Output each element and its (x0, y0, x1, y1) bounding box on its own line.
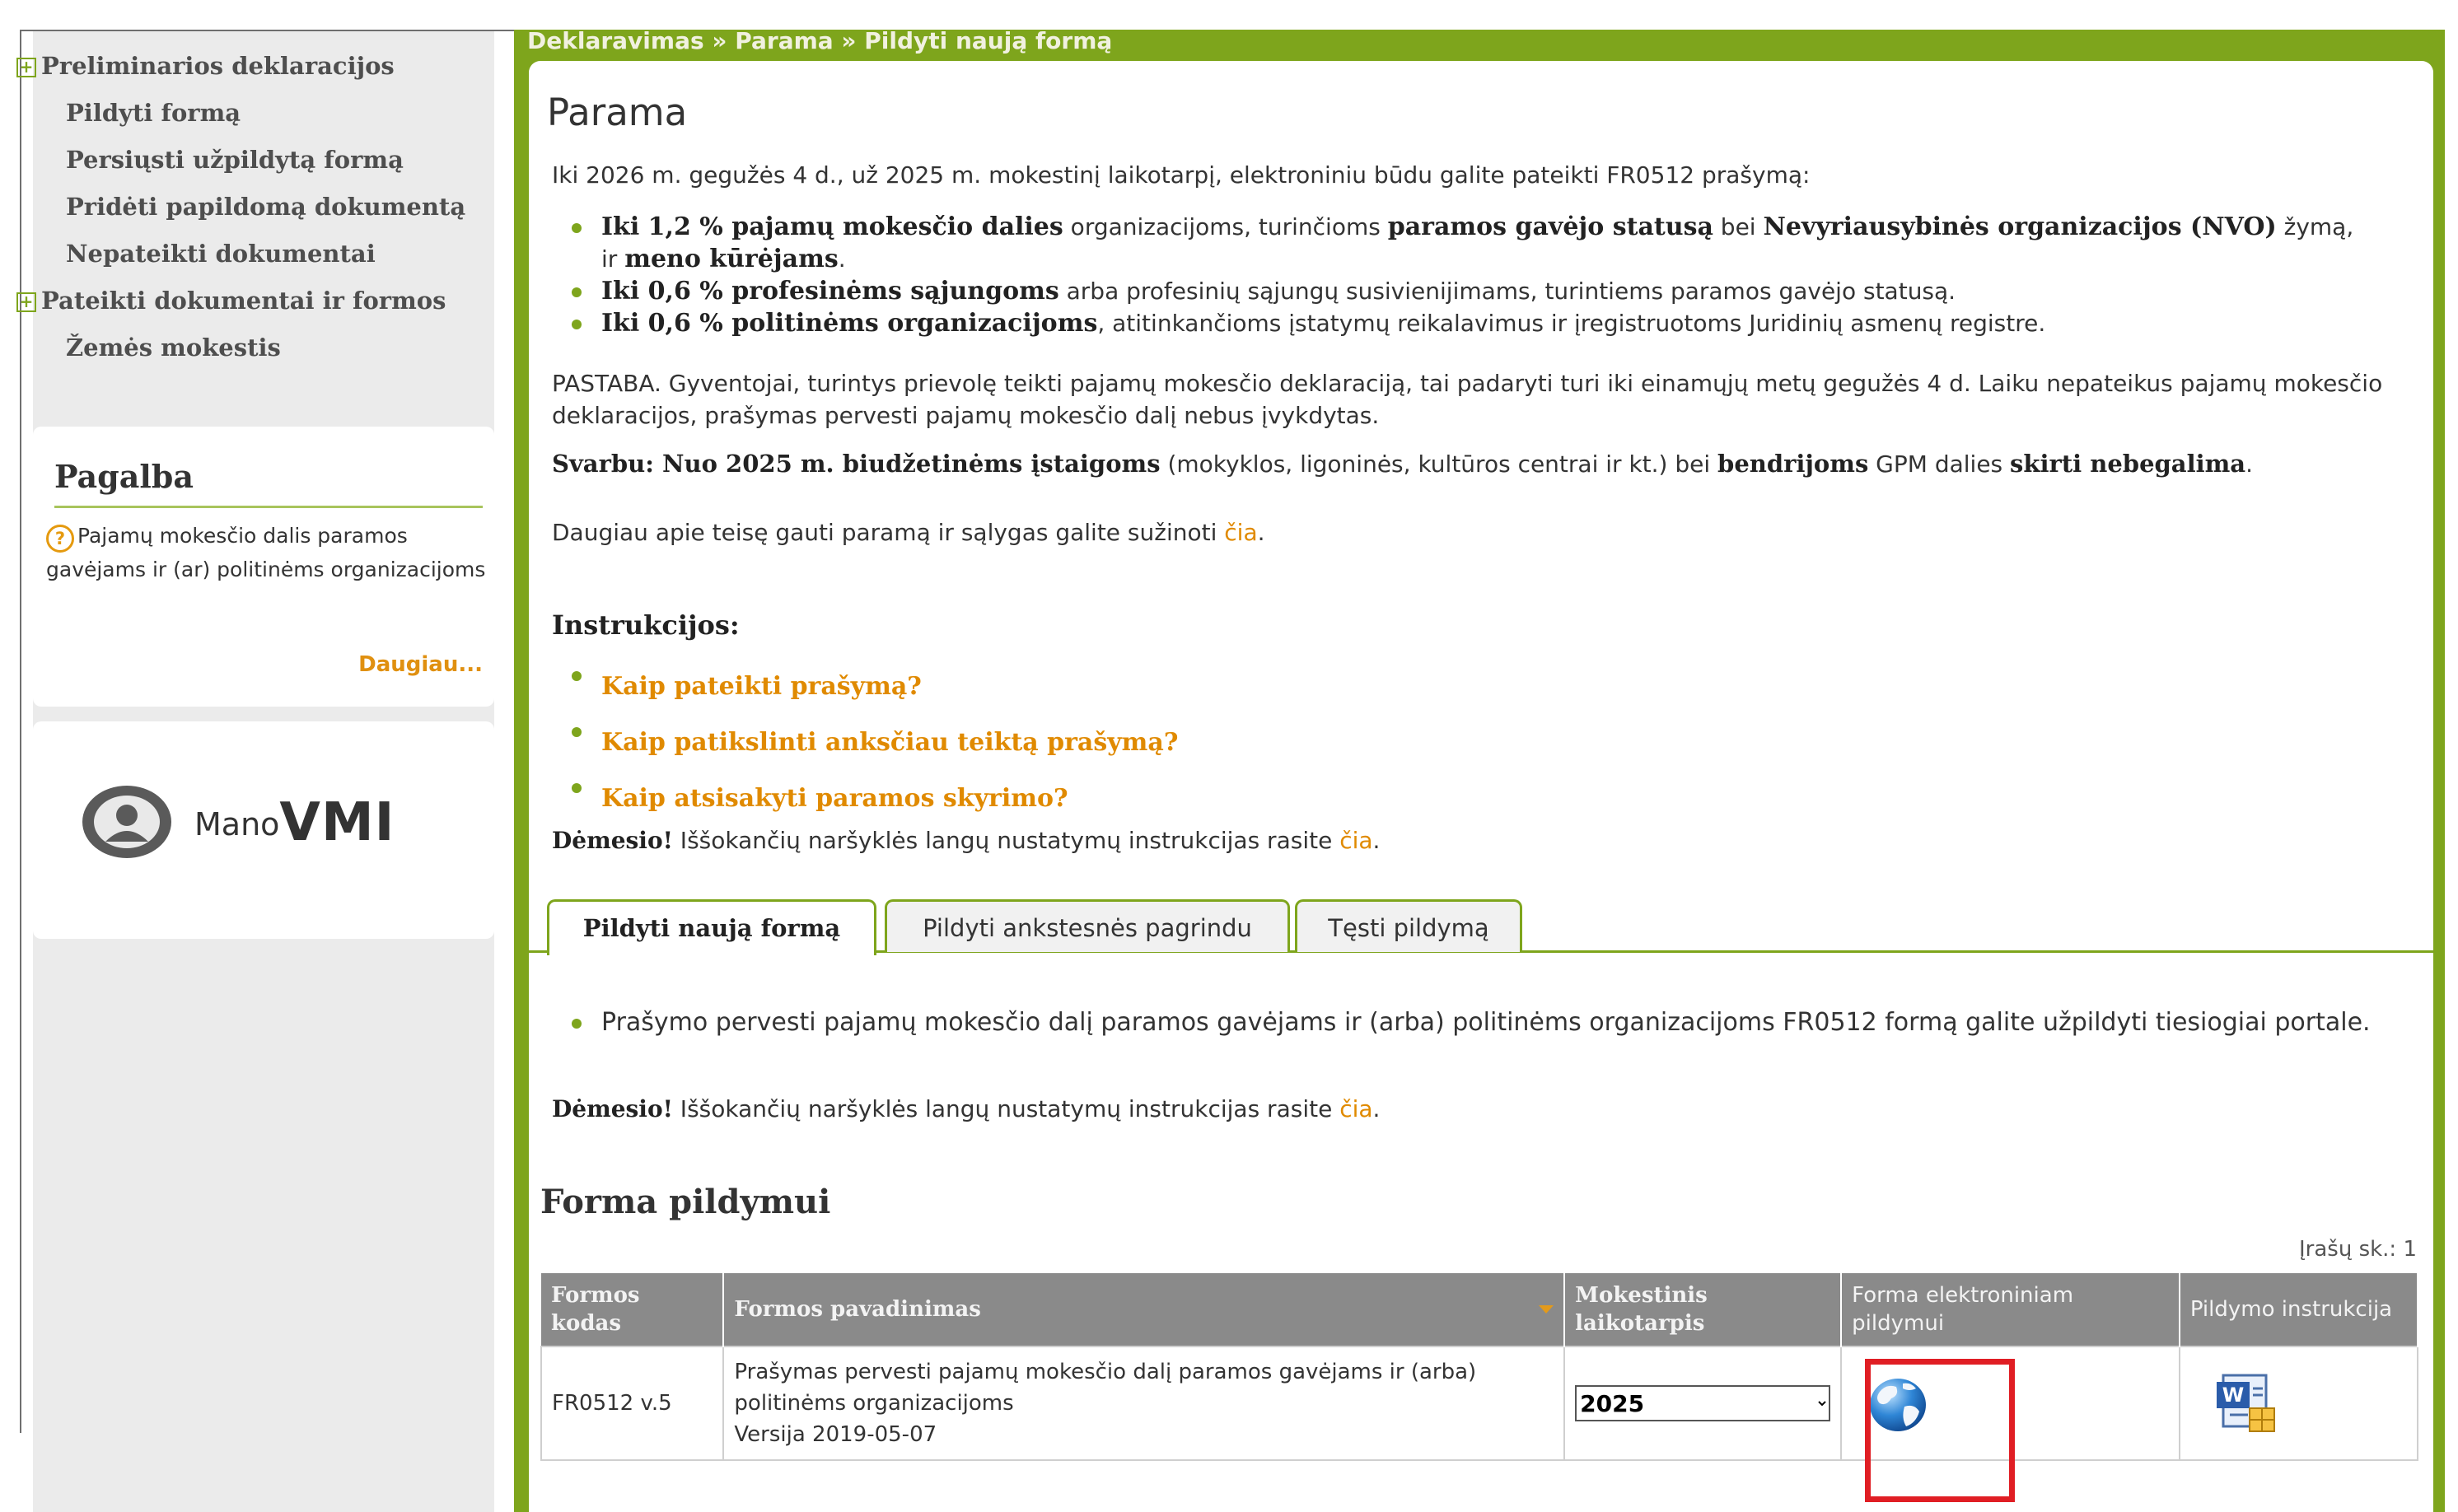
col-header-name[interactable]: Formos pavadinimas (723, 1273, 1566, 1346)
tab-pildyti-nauja-forma[interactable]: Pildyti naują formą (547, 899, 876, 955)
col-header-instruction: Pildymo instrukcija (2179, 1273, 2419, 1346)
page-title: Parama (547, 91, 688, 134)
forms-table: Formos kodas Formos pavadinimas Mokestin… (540, 1273, 2419, 1461)
mano-vmi-logo-icon (82, 786, 171, 858)
note-text: PASTABA. Gyventojai, turintys prievolę t… (552, 370, 2383, 429)
mano-vmi-panel[interactable]: ManoVMI (33, 721, 494, 939)
record-count: Įrašų sk.: 1 (2298, 1237, 2417, 1262)
more-info-link[interactable]: čia (1224, 519, 1257, 546)
tab-content-list: Prašymo pervesti pajamų mokesčio dalį pa… (552, 1006, 2397, 1038)
tab-content-bullet: Prašymo pervesti pajamų mokesčio dalį pa… (552, 1006, 2397, 1038)
cell-instruction: W (2178, 1346, 2419, 1461)
svg-text:W: W (2222, 1384, 2244, 1407)
help-more-link[interactable]: Daugiau... (358, 652, 483, 677)
intro-text: Iki 2026 m. gegužės 4 d., už 2025 m. mok… (552, 161, 1811, 189)
bullet-nvo: Iki 1,2 % pajamų mokesčio dalies organiz… (552, 211, 2372, 275)
popup-instructions-link-2[interactable]: čia (1339, 1095, 1372, 1122)
popup-instructions-link[interactable]: čia (1339, 827, 1372, 854)
sort-arrow-icon[interactable] (1539, 1305, 1554, 1314)
instruction-link-atsisakyti[interactable]: Kaip atsisakyti paramos skyrimo? (552, 771, 1540, 827)
instructions-title: Instrukcijos: (552, 609, 740, 641)
col-header-period[interactable]: Mokestinis laikotarpis (1564, 1273, 1843, 1346)
instructions-list: Kaip pateikti prašymą? Kaip patikslinti … (552, 659, 1540, 827)
nav-pildyti-forma[interactable]: Pildyti formą (16, 90, 478, 137)
bullet-profesines-sajungos: Iki 0,6 % profesinėms sąjungoms arba pro… (552, 275, 2372, 307)
help-panel: Pagalba ? Pajamų mokesčio dalis paramos g… (33, 427, 494, 707)
sidebar-nav: + Preliminarios deklaracijos Pildyti form… (16, 43, 478, 371)
cell-period: 2025 (1563, 1346, 1843, 1461)
breadcrumb: Deklaravimas » Parama » Pildyti naują fo… (527, 27, 1113, 54)
nav-pateikti-dokumentai-ir-formos[interactable]: + Pateikti dokumentai ir formos (16, 278, 478, 324)
popup-instructions-text-2: Dėmesio! Iššokančių naršyklės langų nust… (552, 1095, 1381, 1122)
instruction-link-patikslinti[interactable]: Kaip patikslinti anksčiau teiktą prašymą… (552, 715, 1540, 771)
nav-persiusti-uzpildyta-forma[interactable]: Persiųsti užpildytą formą (16, 137, 478, 184)
tab-testi-pildyma[interactable]: Tęsti pildymą (1295, 899, 1522, 952)
help-divider (54, 506, 483, 508)
nav-preliminarios-deklaracijos[interactable]: + Preliminarios deklaracijos (16, 43, 478, 90)
highlight-box (1865, 1359, 2015, 1502)
more-info-text: Daugiau apie teisę gauti paramą ir sąlyg… (552, 519, 1265, 546)
cell-form-code: FR0512 v.5 (540, 1346, 725, 1461)
col-header-eform: Forma elektroniniam pildymui (1841, 1273, 2180, 1346)
important-text: Svarbu: Nuo 2025 m. biudžetinėms įstaigo… (552, 450, 2254, 478)
mano-vmi-logo-text: ManoVMI (194, 792, 395, 853)
cell-form-name: Prašymas pervesti pajamų mokesčio dalį p… (722, 1346, 1566, 1461)
help-link[interactable]: ? Pajamų mokesčio dalis paramos gavėjams … (46, 519, 499, 586)
forms-section-title: Forma pildymui (540, 1183, 831, 1221)
nav-prideti-papildoma-dokumenta[interactable]: Pridėti papildomą dokumentą (16, 184, 478, 231)
col-header-code[interactable]: Formos kodas (541, 1273, 725, 1346)
bullet-politines-organizacijos: Iki 0,6 % politinėms organizacijoms, ati… (552, 307, 2372, 339)
table-header-row: Formos kodas Formos pavadinimas Mokestin… (541, 1273, 2419, 1346)
help-title: Pagalba (54, 458, 194, 495)
table-row: FR0512 v.5 Prašymas pervesti pajamų moke… (540, 1346, 2419, 1461)
support-bullets: Iki 1,2 % pajamų mokesčio dalies organiz… (552, 211, 2372, 339)
nav-zemes-mokestis[interactable]: Žemės mokestis (16, 324, 478, 371)
expand-plus-icon[interactable]: + (16, 292, 36, 312)
period-select[interactable]: 2025 (1575, 1385, 1831, 1421)
question-icon: ? (46, 525, 74, 553)
nav-nepateikti-dokumentai[interactable]: Nepateikti dokumentai (16, 231, 478, 278)
popup-instructions-text: Dėmesio! Iššokančių naršyklės langų nust… (552, 827, 1381, 854)
tab-pildyti-ankstesnes-pagrindu[interactable]: Pildyti ankstesnės pagrindu (885, 899, 1290, 952)
instruction-link-pateikti[interactable]: Kaip pateikti prašymą? (552, 659, 1540, 715)
word-document-icon[interactable]: W (2212, 1370, 2284, 1436)
expand-plus-icon[interactable]: + (16, 58, 36, 77)
